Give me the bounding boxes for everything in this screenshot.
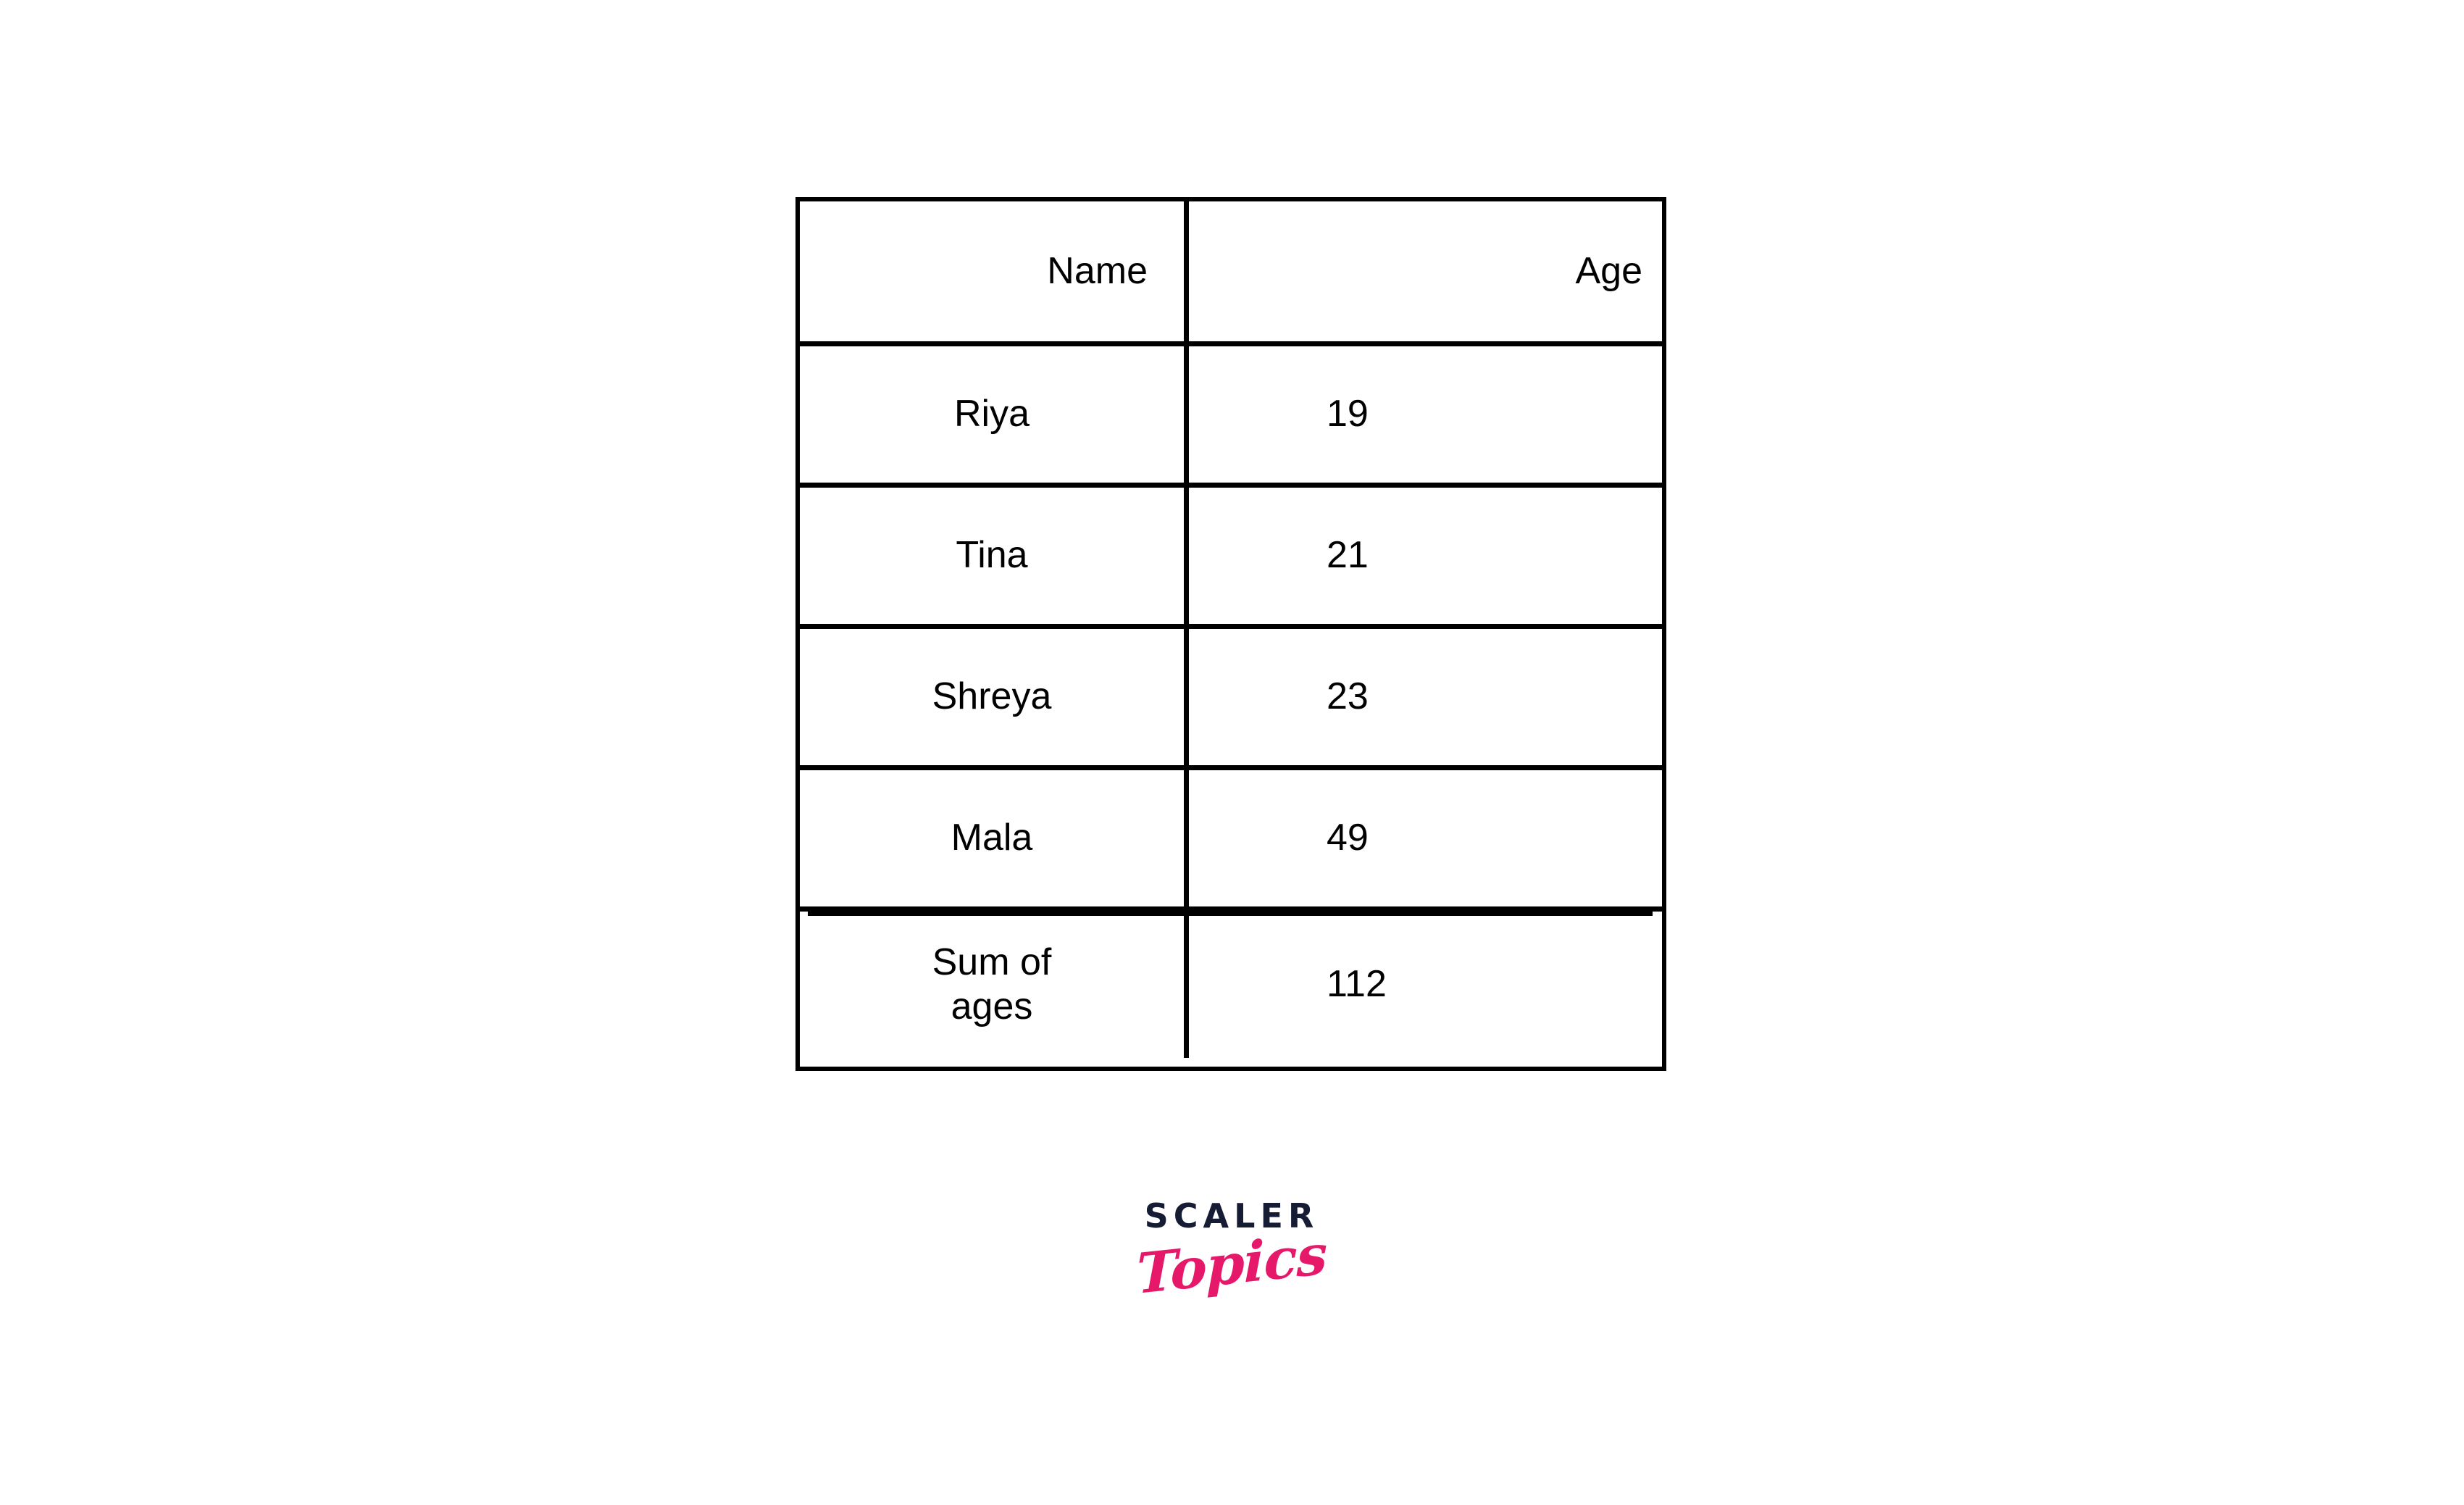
- table-header-row: Name Age: [800, 201, 1662, 346]
- value-age: 49: [1327, 817, 1369, 859]
- cell-age: 23: [1189, 629, 1662, 765]
- value-name: Tina: [956, 534, 1028, 577]
- cell-total-label: Sum of ages: [800, 912, 1189, 1058]
- total-separator-rule: [808, 911, 1653, 916]
- value-name: Riya: [953, 393, 1030, 435]
- table-row: Mala 49: [800, 770, 1662, 912]
- value-age: 21: [1327, 534, 1369, 577]
- header-cell-name: Name: [800, 201, 1189, 341]
- cell-name: Shreya: [800, 629, 1189, 765]
- value-name: Shreya: [932, 675, 1052, 718]
- header-label-name: Name: [1047, 249, 1148, 292]
- table-total-row: Sum of ages 112: [800, 912, 1662, 1058]
- table-row: Riya 19: [800, 346, 1662, 488]
- value-age: 19: [1327, 393, 1369, 435]
- cell-name: Riya: [800, 346, 1189, 483]
- value-age: 23: [1327, 675, 1369, 718]
- scaler-topics-logo: SCALER Topics: [1116, 1199, 1348, 1306]
- header-cell-age: Age: [1189, 201, 1662, 341]
- cell-age: 19: [1189, 346, 1662, 483]
- value-total-label: Sum of ages: [932, 941, 1052, 1027]
- value-name: Mala: [951, 817, 1033, 859]
- figure-canvas: Name Age Riya 19 Tina 21 Shreya 23 Mala …: [0, 0, 2464, 1505]
- logo-wordmark-topics: Topics: [1136, 1221, 1327, 1307]
- table-row: Tina 21: [800, 488, 1662, 629]
- value-total-age: 112: [1327, 963, 1387, 1006]
- table-row: Shreya 23: [800, 629, 1662, 770]
- header-label-age: Age: [1575, 249, 1642, 292]
- cell-name: Tina: [800, 488, 1189, 624]
- cell-age: 49: [1189, 770, 1662, 906]
- cell-name: Mala: [800, 770, 1189, 906]
- name-age-sum-table: Name Age Riya 19 Tina 21 Shreya 23 Mala …: [795, 197, 1666, 1071]
- cell-total-value: 112: [1189, 912, 1662, 1058]
- cell-age: 21: [1189, 488, 1662, 624]
